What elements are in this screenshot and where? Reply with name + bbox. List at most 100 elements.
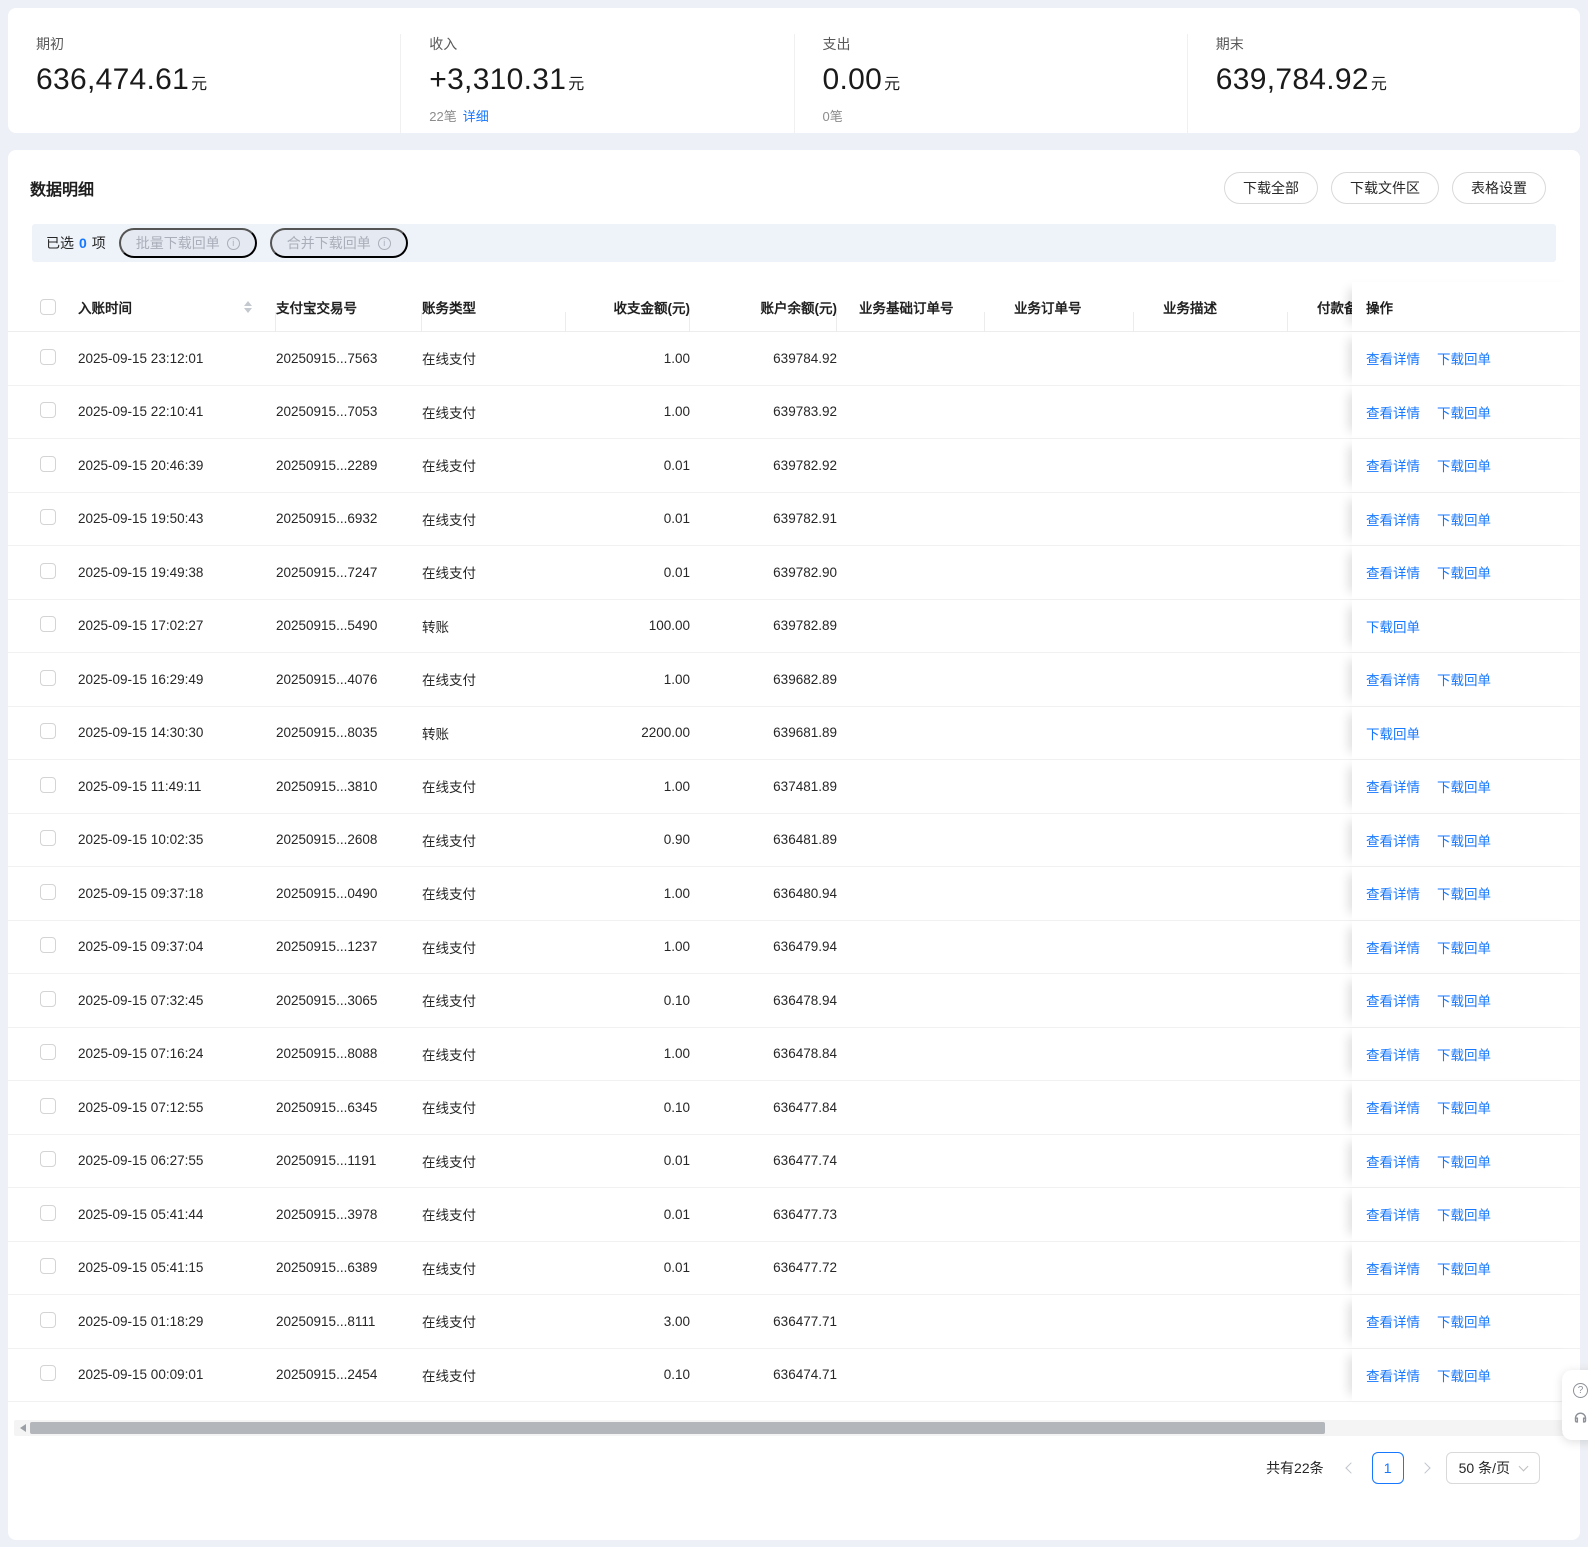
cell-balance: 636477.74 [773, 1153, 837, 1169]
download-receipt-link[interactable]: 下载回单 [1437, 830, 1491, 850]
view-detail-link[interactable]: 查看详情 [1366, 776, 1420, 796]
next-page-icon[interactable] [1418, 1462, 1431, 1474]
cell-actions: 查看详情 下载回单 [1352, 546, 1580, 599]
view-detail-link[interactable]: 查看详情 [1366, 402, 1420, 422]
view-detail-link[interactable]: 查看详情 [1366, 1097, 1420, 1117]
horizontal-scrollbar[interactable] [14, 1420, 1574, 1436]
batch-download-button[interactable]: 批量下载回单 i [118, 228, 257, 258]
download-receipt-link[interactable]: 下载回单 [1437, 990, 1491, 1010]
cell-entry-time: 2025-09-15 22:10:41 [78, 404, 204, 420]
row-checkbox[interactable] [40, 990, 56, 1007]
row-checkbox[interactable] [40, 1044, 56, 1061]
view-detail-link[interactable]: 查看详情 [1366, 883, 1420, 903]
cell-entry-time: 2025-09-15 20:46:39 [78, 457, 204, 473]
cell-balance: 636479.94 [773, 939, 837, 955]
row-checkbox[interactable] [40, 455, 56, 472]
download-receipt-link[interactable]: 下载回单 [1437, 1044, 1491, 1064]
row-checkbox[interactable] [40, 1365, 56, 1382]
row-checkbox[interactable] [40, 1097, 56, 1114]
download-receipt-link[interactable]: 下载回单 [1437, 1311, 1491, 1331]
row-checkbox[interactable] [40, 562, 56, 579]
download-receipt-link[interactable]: 下载回单 [1437, 1204, 1491, 1224]
download-receipt-link[interactable]: 下载回单 [1437, 1097, 1491, 1117]
download-receipt-link[interactable]: 下载回单 [1437, 937, 1491, 957]
view-detail-link[interactable]: 查看详情 [1366, 1311, 1420, 1331]
row-checkbox[interactable] [40, 937, 56, 954]
page-number-button[interactable]: 1 [1371, 1452, 1404, 1484]
row-checkbox[interactable] [40, 1258, 56, 1275]
download-receipt-link[interactable]: 下载回单 [1366, 616, 1420, 636]
row-checkbox[interactable] [40, 616, 56, 633]
cell-transaction-id: 20250915...2289 [276, 457, 378, 473]
merge-download-button[interactable]: 合并下载回单 i [269, 228, 408, 258]
download-receipt-link[interactable]: 下载回单 [1366, 723, 1420, 743]
view-detail-link[interactable]: 查看详情 [1366, 1151, 1420, 1171]
scroll-left-arrow-icon[interactable] [20, 1424, 26, 1432]
help-icon[interactable]: ? [1573, 1382, 1588, 1398]
row-checkbox[interactable] [40, 1204, 56, 1221]
view-detail-link[interactable]: 查看详情 [1366, 509, 1420, 529]
cell-account-type: 在线支付 [422, 1047, 476, 1063]
scrollbar-thumb[interactable] [30, 1422, 1325, 1434]
cell-transaction-id: 20250915...3810 [276, 778, 378, 794]
download-receipt-link[interactable]: 下载回单 [1437, 883, 1491, 903]
view-detail-link[interactable]: 查看详情 [1366, 455, 1420, 475]
cell-account-type: 在线支付 [422, 1368, 476, 1384]
cell-amount: 100.00 [648, 618, 690, 634]
download-zone-button[interactable]: 下载文件区 [1331, 172, 1439, 204]
download-receipt-link[interactable]: 下载回单 [1437, 1258, 1491, 1278]
download-all-button[interactable]: 下载全部 [1224, 172, 1318, 204]
info-icon: i [377, 236, 391, 250]
row-checkbox[interactable] [40, 402, 56, 419]
view-detail-link[interactable]: 查看详情 [1366, 937, 1420, 957]
cell-account-type: 在线支付 [422, 673, 476, 689]
cell-account-type: 转账 [422, 619, 449, 635]
table-row: 2025-09-15 19:50:43 20250915...6932 在线支付… [8, 492, 1580, 546]
table-row: 2025-09-15 17:02:27 20250915...5490 转账 1… [8, 599, 1580, 653]
view-detail-link[interactable]: 查看详情 [1366, 669, 1420, 689]
table-row: 2025-09-15 05:41:15 20250915...6389 在线支付… [8, 1241, 1580, 1295]
row-checkbox[interactable] [40, 830, 56, 847]
download-receipt-link[interactable]: 下载回单 [1437, 348, 1491, 368]
download-receipt-link[interactable]: 下载回单 [1437, 669, 1491, 689]
download-receipt-link[interactable]: 下载回单 [1437, 509, 1491, 529]
prev-page-icon[interactable] [1344, 1462, 1357, 1474]
selected-count: 0 [79, 235, 87, 251]
cell-actions: 查看详情 下载回单 [1352, 760, 1580, 813]
download-receipt-link[interactable]: 下载回单 [1437, 562, 1491, 582]
table-row: 2025-09-15 07:12:55 20250915...6345 在线支付… [8, 1081, 1580, 1135]
download-receipt-link[interactable]: 下载回单 [1437, 1151, 1491, 1171]
view-detail-link[interactable]: 查看详情 [1366, 1044, 1420, 1064]
view-detail-link[interactable]: 查看详情 [1366, 1204, 1420, 1224]
row-checkbox[interactable] [40, 669, 56, 686]
cell-amount: 0.01 [663, 1206, 690, 1222]
cell-amount: 1.00 [663, 885, 690, 901]
download-receipt-link[interactable]: 下载回单 [1437, 402, 1491, 422]
sort-icon[interactable] [244, 300, 252, 313]
cell-balance: 636478.94 [773, 992, 837, 1008]
row-checkbox[interactable] [40, 1311, 56, 1328]
row-checkbox[interactable] [40, 723, 56, 740]
table-settings-button[interactable]: 表格设置 [1452, 172, 1546, 204]
table-row: 2025-09-15 09:37:04 20250915...1237 在线支付… [8, 920, 1580, 974]
download-receipt-link[interactable]: 下载回单 [1437, 776, 1491, 796]
income-detail-link[interactable]: 详细 [463, 109, 489, 124]
view-detail-link[interactable]: 查看详情 [1366, 990, 1420, 1010]
download-receipt-link[interactable]: 下载回单 [1437, 1365, 1491, 1385]
row-checkbox[interactable] [40, 509, 56, 526]
table-row: 2025-09-15 22:10:41 20250915...7053 在线支付… [8, 385, 1580, 439]
row-checkbox[interactable] [40, 776, 56, 793]
row-checkbox[interactable] [40, 1151, 56, 1168]
select-all-checkbox[interactable] [40, 298, 56, 315]
page-size-select[interactable]: 50 条/页 [1445, 1452, 1540, 1484]
view-detail-link[interactable]: 查看详情 [1366, 348, 1420, 368]
row-checkbox[interactable] [40, 348, 56, 365]
cell-entry-time: 2025-09-15 19:49:38 [78, 564, 204, 580]
view-detail-link[interactable]: 查看详情 [1366, 1258, 1420, 1278]
row-checkbox[interactable] [40, 883, 56, 900]
view-detail-link[interactable]: 查看详情 [1366, 562, 1420, 582]
download-receipt-link[interactable]: 下载回单 [1437, 455, 1491, 475]
view-detail-link[interactable]: 查看详情 [1366, 1365, 1420, 1385]
view-detail-link[interactable]: 查看详情 [1366, 830, 1420, 850]
customer-service-icon[interactable] [1573, 1410, 1588, 1428]
